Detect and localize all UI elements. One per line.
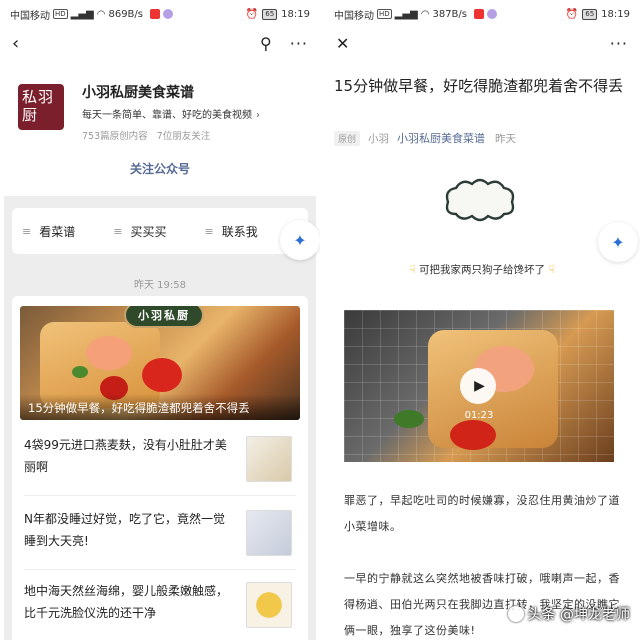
clock: 18:19 (281, 8, 310, 20)
network-speed: 869B/s (108, 8, 143, 20)
back-icon[interactable]: ‹ (12, 35, 19, 53)
article-meta: 原创 小羽 小羽私厨美食菜谱 昨天 (334, 130, 516, 146)
carrier-label: 中国移动 (334, 10, 374, 22)
alarm-icon: ⏰ (245, 8, 259, 20)
herb-image (72, 366, 88, 378)
highlight-note-text: 可把我家两只狗子给馋坏了 (419, 264, 545, 276)
menu-icon: ≡ (204, 224, 214, 238)
article-title: 地中海天然丝海绵，婴儿般柔嫩触感，比千元洗脸仪洗的还干净 (24, 584, 229, 620)
clock: 18:19 (601, 8, 630, 20)
app-notification-icon (163, 9, 173, 19)
menu-item-label: 联系我 (221, 224, 258, 239)
friends-follow: 7位朋友关注 (156, 131, 211, 142)
signal-icon: ▂▄▆ (394, 8, 418, 20)
battery-icon: 65 (582, 8, 598, 20)
menu-item-recipes[interactable]: ≡ 看菜谱 (22, 223, 75, 240)
tomato-image (450, 420, 496, 450)
watermark: 头条 @坤龙老师 (507, 604, 630, 624)
account-description-text: 每天一条简单、靠谱、好吃的美食视频 (82, 110, 252, 121)
signal-icon: ▂▄▆ (70, 8, 94, 20)
highlight-note: ☟ 可把我家两只狗子给馋坏了 ☟ (324, 262, 640, 277)
wifi-icon: ◠ (420, 8, 430, 20)
menu-item-contact[interactable]: ≡ 联系我 (204, 223, 257, 240)
play-icon[interactable]: ▶ (460, 368, 496, 404)
article-thumbnail (246, 436, 292, 482)
network-speed: 387B/s (432, 8, 467, 20)
menu-item-label: 买买买 (130, 224, 167, 239)
hd-icon: HD (377, 9, 392, 19)
chevron-right-icon: › (256, 110, 260, 121)
watermark-icon (507, 606, 524, 622)
right-screen: 中国移动 HD ▂▄▆ ◠ 387B/s ⏰ 65 18:19 ✕ ··· 15… (324, 0, 640, 640)
feed-background: ≡ 看菜谱 ≡ 买买买 ≡ 联系我 ✦ 昨天 19:58 小羽私厨 15分钟做早餐，好… (4, 196, 320, 640)
list-item[interactable]: 地中海天然丝海绵，婴儿般柔嫩触感，比千元洗脸仪洗的还干净 (24, 572, 296, 640)
cloud-icon (445, 178, 515, 222)
video-duration: 01:23 (464, 410, 494, 421)
more-icon[interactable]: ··· (610, 36, 628, 52)
status-bar: 中国移动 HD ▂▄▆ ◠ 869B/s ⏰ 65 18:19 (0, 0, 320, 28)
message-timestamp: 昨天 19:58 (134, 280, 186, 291)
notification-icons (150, 9, 173, 19)
account-stats: 753篇原创内容 7位朋友关注 (82, 128, 210, 142)
article-thumbnail (246, 582, 292, 628)
menu-icon: ≡ (113, 224, 123, 238)
account-description[interactable]: 每天一条简单、靠谱、好吃的美食视频 › (82, 106, 260, 121)
close-icon[interactable]: ✕ (336, 36, 349, 52)
account-header: 私羽厨 小羽私厨美食菜谱 每天一条简单、靠谱、好吃的美食视频 › 753篇原创内容… (18, 80, 308, 150)
featured-article-title: 15分钟做早餐，好吃得脆渣都兜着舍不得丢 (20, 394, 300, 420)
account-logo: 私羽厨 (18, 84, 64, 130)
more-icon[interactable]: ··· (290, 36, 308, 52)
account-menu: ≡ 看菜谱 ≡ 买买买 ≡ 联系我 (12, 208, 308, 254)
follow-button[interactable]: 关注公众号 (0, 160, 320, 177)
tomato-image (142, 358, 182, 392)
app-notification-icon (487, 9, 497, 19)
search-icon[interactable]: ⚲ (260, 36, 272, 52)
pointing-hand-icon: ☟ (409, 264, 416, 276)
original-count: 753篇原创内容 (82, 131, 148, 142)
watermark-text: 头条 @坤龙老师 (527, 607, 630, 623)
floating-assistant-button[interactable]: ✦ (280, 220, 320, 260)
article-title: 15分钟做早餐，好吃得脆渣都兜着舍不得丢 (334, 77, 624, 95)
notification-icons (474, 9, 497, 19)
shrimp-image (86, 336, 132, 370)
article-paragraph: 一早的宁静就这么突然地被香味打破，哦喇声一起，香得杨逍、田伯光两只在我脚边直打转… (344, 572, 620, 637)
nav-bar: ✕ ··· (324, 30, 640, 58)
floating-assistant-button[interactable]: ✦ (598, 222, 638, 262)
hd-icon: HD (53, 9, 68, 19)
app-notification-icon (150, 9, 160, 19)
wifi-icon: ◠ (96, 8, 106, 20)
video-player[interactable]: ▶ 01:23 (344, 310, 614, 462)
menu-item-label: 看菜谱 (39, 224, 76, 239)
menu-item-shop[interactable]: ≡ 买买买 (113, 223, 166, 240)
battery-icon: 65 (262, 8, 278, 20)
featured-article-cover[interactable]: 小羽私厨 15分钟做早餐，好吃得脆渣都兜着舍不得丢 (20, 306, 300, 420)
pointing-hand-icon: ☟ (548, 264, 555, 276)
account-link[interactable]: 小羽私厨美食菜谱 (397, 130, 485, 146)
article-title: 4袋99元进口燕麦麸，没有小肚肚才美丽啊 (24, 438, 227, 474)
app-notification-icon (474, 9, 484, 19)
article-card: 小羽私厨 15分钟做早餐，好吃得脆渣都兜着舍不得丢 4袋99元进口燕麦麸，没有小… (12, 296, 308, 640)
alarm-icon: ⏰ (565, 8, 579, 20)
article-paragraph: 罪恶了，早起吃吐司的时候嫌寡，没忍住用黄油炒了道小菜增味。 (344, 494, 620, 533)
fish-icon: ✦ (611, 232, 625, 252)
list-item[interactable]: N年都没睡过好觉，吃了它，竟然一觉睡到大天亮! (24, 500, 296, 570)
status-bar: 中国移动 HD ▂▄▆ ◠ 387B/s ⏰ 65 18:19 (324, 0, 640, 28)
publish-date: 昨天 (495, 132, 517, 145)
list-item[interactable]: 4袋99元进口燕麦麸，没有小肚肚才美丽啊 (24, 426, 296, 496)
nav-bar: ‹ ⚲ ··· (0, 30, 320, 58)
brand-badge: 小羽私厨 (124, 306, 204, 328)
original-badge: 原创 (334, 130, 361, 146)
carrier-label: 中国移动 (10, 10, 50, 22)
account-name: 小羽私厨美食菜谱 (82, 85, 194, 101)
article-title: N年都没睡过好觉，吃了它，竟然一觉睡到大天亮! (24, 512, 225, 548)
fish-icon: ✦ (293, 230, 307, 250)
menu-icon: ≡ (22, 224, 32, 238)
left-screen: 中国移动 HD ▂▄▆ ◠ 869B/s ⏰ 65 18:19 ‹ ⚲ ··· … (0, 0, 320, 640)
author-name: 小羽 (368, 132, 390, 145)
article-thumbnail (246, 510, 292, 556)
